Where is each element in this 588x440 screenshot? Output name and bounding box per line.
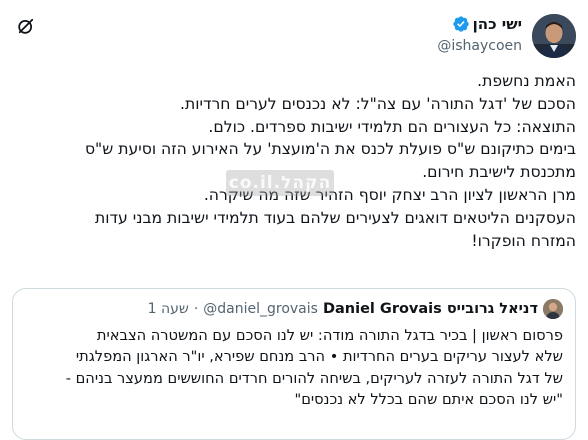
quote-line: שלא לעצור עריקים בערים החרדיות • הרב מנח… — [75, 348, 563, 366]
quote-line: פרסום ראשון | בכיר בדגל התורה מודה: יש ל… — [96, 327, 563, 344]
quote-timestamp[interactable]: שעה 1 — [148, 301, 189, 317]
quote-author-name[interactable]: דניאל גרובייס Daniel Grovais — [323, 301, 538, 317]
author-name[interactable]: ישי כהן — [473, 14, 522, 34]
quote-header: דניאל גרובייס Daniel Grovais @daniel_gro… — [148, 299, 563, 319]
avatar-photo — [532, 14, 576, 58]
author-block: ישי כהן @ishaycoen — [437, 14, 522, 56]
quote-line: "יש לנו הסכם איתם שהם בכלל לא נכנסים" — [294, 390, 564, 408]
quote-avatar-photo — [543, 299, 563, 319]
tweet-line: האמת נחשפת. — [477, 72, 576, 90]
quoted-tweet[interactable]: דניאל גרובייס Daniel Grovais @daniel_gro… — [12, 288, 576, 440]
tweet-line: המזרח הופקרו! — [471, 231, 576, 250]
quote-author-handle[interactable]: @daniel_grovais — [203, 301, 318, 317]
quote-line: של דגל התורה לעזרה לעריקים, בשיחה להורים… — [65, 369, 563, 387]
author-name-row: ישי כהן — [437, 14, 522, 34]
tweet: ישי כהן @ishaycoen האמת נחשפת. הסכם של 'ד… — [0, 0, 588, 440]
tweet-text: האמת נחשפת. הסכם של 'דגל התורה' עם צה"ל: … — [14, 70, 576, 252]
tweet-line: התוצאה: כל העצורים הם תלמידי ישיבות ספרד… — [208, 117, 576, 136]
quote-text: פרסום ראשון | בכיר בדגל התורה מודה: יש ל… — [27, 325, 563, 410]
grok-icon[interactable] — [16, 16, 36, 36]
tweet-line: בימים כתיקונם ש"ס פועלת לכנס את ה'מועצת'… — [84, 140, 576, 159]
quote-avatar[interactable] — [543, 299, 563, 319]
verified-badge-icon[interactable] — [452, 15, 470, 33]
quote-separator: · — [193, 301, 199, 317]
tweet-line: העסקנים הליטאים דואגים לצעירים שלהם בעוד… — [95, 208, 576, 227]
tweet-line: הסכם של 'דגל התורה' עם צה"ל: לא נכנסים ל… — [180, 94, 576, 113]
author-avatar[interactable] — [532, 14, 576, 58]
author-handle[interactable]: @ishaycoen — [437, 36, 522, 56]
site-watermark: הקהל.co.il — [226, 170, 334, 196]
